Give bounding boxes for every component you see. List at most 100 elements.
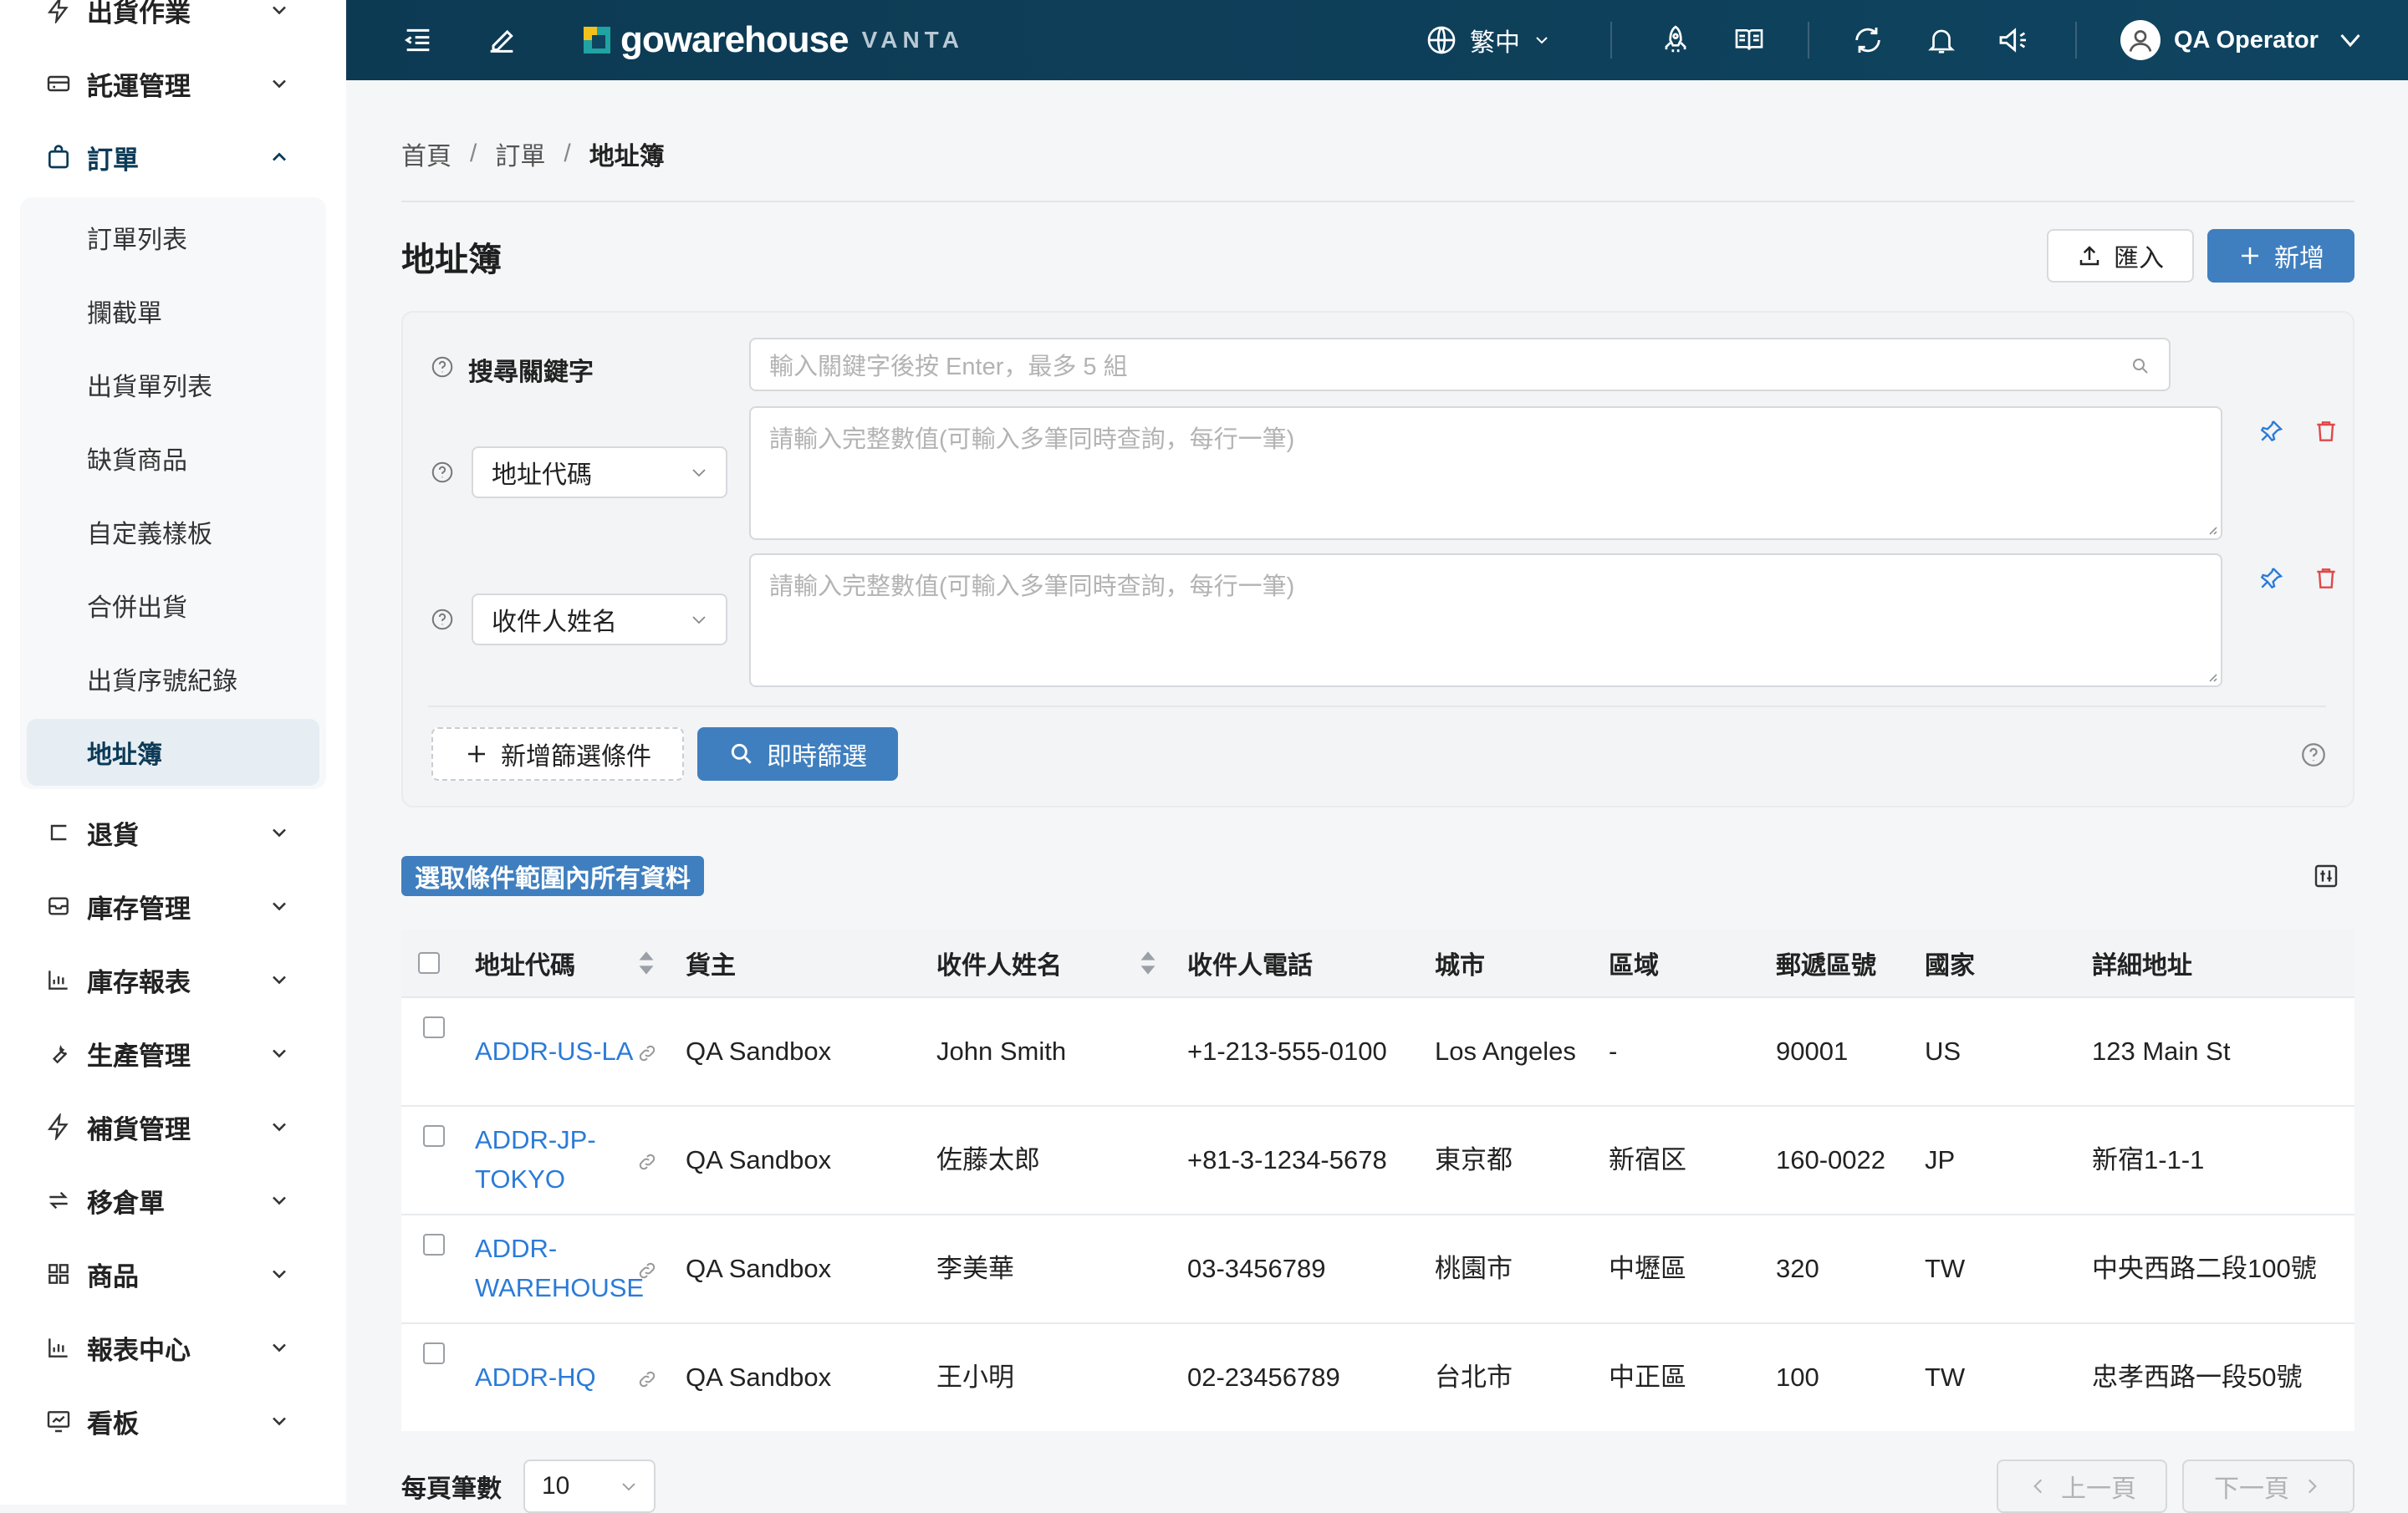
docs-button[interactable] [1729, 20, 1769, 60]
announcements-button[interactable] [1993, 20, 2033, 60]
link-icon[interactable] [637, 1043, 657, 1063]
submenu-item-order-list[interactable]: 訂單列表 [27, 204, 319, 271]
submenu-item-label: 缺貨商品 [87, 447, 187, 475]
submenu-item-merge-shipping[interactable]: 合併出貨 [27, 572, 319, 639]
chevron-down-icon [692, 469, 706, 477]
column-header-address-code[interactable]: 地址代碼 [475, 930, 575, 996]
link-icon[interactable] [637, 1152, 657, 1172]
address-code-link[interactable]: ADDR-US-LA [475, 1032, 633, 1071]
sidebar-item-transfer[interactable]: 移倉單 [0, 1164, 346, 1237]
column-settings-icon[interactable] [2313, 863, 2339, 889]
chevron-up-icon [273, 152, 286, 161]
sidebar-item-label: 庫存管理 [87, 894, 191, 924]
sidebar-item-orders[interactable]: 訂單 [0, 120, 346, 194]
help-icon[interactable] [2299, 741, 2328, 769]
address-cell: 123 Main St [2092, 1037, 2231, 1066]
row-checkbox[interactable] [423, 1234, 445, 1256]
add-button-label: 新增 [2274, 245, 2324, 273]
help-icon[interactable] [430, 607, 455, 632]
submenu-item-intercept[interactable]: 攔截單 [27, 278, 319, 344]
sidebar-item-dashboard[interactable]: 看板 [0, 1384, 346, 1458]
breadcrumb-orders[interactable]: 訂單 [495, 135, 545, 172]
row-checkbox[interactable] [423, 1125, 445, 1147]
plus-icon [468, 746, 485, 762]
breadcrumb-home[interactable]: 首頁 [401, 135, 452, 172]
sidebar-item-production[interactable]: 生產管理 [0, 1016, 346, 1090]
link-icon[interactable] [637, 1261, 657, 1281]
language-switcher[interactable]: 繁中 [1425, 20, 1552, 60]
select-all-checkbox[interactable] [418, 952, 440, 974]
recipient-phone-cell: +1-213-555-0100 [1187, 1037, 1387, 1066]
submenu-item-label: 出貨單列表 [87, 374, 212, 401]
submenu-item-label: 合併出貨 [87, 594, 187, 622]
rocket-button[interactable] [1656, 20, 1696, 60]
table-row[interactable]: ADDR- WAREHOUSE QA Sandbox 李美華 03-345678… [401, 1214, 2354, 1324]
chevron-down-icon [273, 1196, 286, 1205]
row-checkbox[interactable] [423, 1016, 445, 1038]
submenu-item-address-book[interactable]: 地址簿 [27, 719, 319, 786]
help-icon[interactable] [430, 460, 455, 485]
trash-icon[interactable] [2313, 418, 2339, 445]
owner-cell: QA Sandbox [686, 1037, 832, 1066]
sidebar-item-inventory[interactable]: 庫存管理 [0, 869, 346, 943]
add-filter-button[interactable]: 新增篩選條件 [431, 727, 684, 781]
city-cell: 台北市 [1435, 1363, 1513, 1392]
next-page-button[interactable]: 下一頁 [2182, 1460, 2354, 1513]
help-icon[interactable] [430, 354, 455, 380]
add-button[interactable]: 新增 [2207, 229, 2354, 283]
link-icon[interactable] [637, 1369, 657, 1389]
submenu-item-serial-records[interactable]: 出貨序號紀錄 [27, 645, 319, 712]
filter-field-select-1[interactable]: 地址代碼 [472, 446, 727, 498]
sort-icon[interactable] [637, 949, 656, 977]
address-code-link[interactable]: ADDR-HQ [475, 1358, 596, 1397]
filter-value-textarea-2[interactable]: 請輸入完整數值(可輸入多筆同時查詢，每行一筆) [749, 553, 2222, 687]
user-menu[interactable]: QA Operator [2120, 17, 2365, 64]
address-code-link[interactable]: ADDR-JP- TOKYO [475, 1120, 596, 1199]
pin-icon[interactable] [2258, 565, 2284, 592]
table-row[interactable]: ADDR-HQ QA Sandbox 王小明 02-23456789 台北市 中… [401, 1322, 2354, 1431]
edit-button[interactable] [482, 20, 522, 60]
sidebar-item-returns[interactable]: 退貨 [0, 796, 346, 869]
pin-icon[interactable] [2258, 418, 2284, 445]
notifications-button[interactable] [1921, 20, 1962, 60]
column-header-recipient-name[interactable]: 收件人姓名 [936, 930, 1062, 996]
sort-icon[interactable] [1139, 949, 1157, 977]
breadcrumb-separator: / [564, 140, 571, 167]
chevron-down-icon [273, 1417, 286, 1426]
select-all-in-range-button[interactable]: 選取條件範圍內所有資料 [401, 856, 704, 896]
zip-cell: 100 [1776, 1363, 1819, 1392]
sidebar-item-report-center[interactable]: 報表中心 [0, 1311, 346, 1384]
sidebar-item-products[interactable]: 商品 [0, 1237, 346, 1311]
table-row[interactable]: ADDR-JP- TOKYO QA Sandbox 佐藤太郎 +81-3-123… [401, 1105, 2354, 1215]
code-line: ADDR-HQ [475, 1363, 596, 1392]
import-button[interactable]: 匯入 [2047, 229, 2194, 283]
address-code-link[interactable]: ADDR- WAREHOUSE [475, 1229, 644, 1307]
menu-toggle-button[interactable] [398, 20, 438, 60]
filter-field-select-2[interactable]: 收件人姓名 [472, 593, 727, 645]
submenu-item-custom-template[interactable]: 自定義樣板 [27, 498, 319, 565]
trash-icon[interactable] [2313, 565, 2339, 592]
keyword-search-input[interactable]: 輸入關鍵字後按 Enter，最多 5 組 [749, 338, 2171, 391]
app-logo[interactable]: gowarehouse VANTA [580, 17, 964, 64]
sidebar-item-replenishment[interactable]: 補貨管理 [0, 1090, 346, 1164]
refresh-button[interactable] [1848, 20, 1888, 60]
sidebar-item-consignment[interactable]: 託運管理 [0, 47, 346, 120]
code-line: ADDR- [475, 1234, 558, 1263]
chevron-down-icon [273, 1049, 286, 1058]
submenu-item-shipment-list[interactable]: 出貨單列表 [27, 351, 319, 418]
textarea-placeholder: 請輸入完整數值(可輸入多筆同時查詢，每行一筆) [769, 573, 1295, 600]
table-row[interactable]: ADDR-US-LA QA Sandbox John Smith +1-213-… [401, 996, 2354, 1107]
filter-value-textarea-1[interactable]: 請輸入完整數值(可輸入多筆同時查詢，每行一筆) [749, 406, 2222, 540]
country-cell: US [1925, 1037, 1962, 1066]
refresh-icon [1855, 28, 1880, 53]
chevron-down-icon [273, 79, 286, 89]
sidebar-item-shipping-ops[interactable]: 出貨作業 [0, 0, 346, 47]
page-size-select[interactable]: 10 [523, 1460, 656, 1513]
apply-filter-button[interactable]: 即時篩選 [697, 727, 898, 781]
submenu-item-out-of-stock[interactable]: 缺貨商品 [27, 425, 319, 492]
zip-cell: 320 [1776, 1254, 1819, 1283]
row-checkbox[interactable] [423, 1342, 445, 1364]
prev-page-button[interactable]: 上一頁 [1997, 1460, 2167, 1513]
sidebar-item-inventory-report[interactable]: 庫存報表 [0, 943, 346, 1016]
logo-text: gowarehouse [620, 19, 849, 60]
